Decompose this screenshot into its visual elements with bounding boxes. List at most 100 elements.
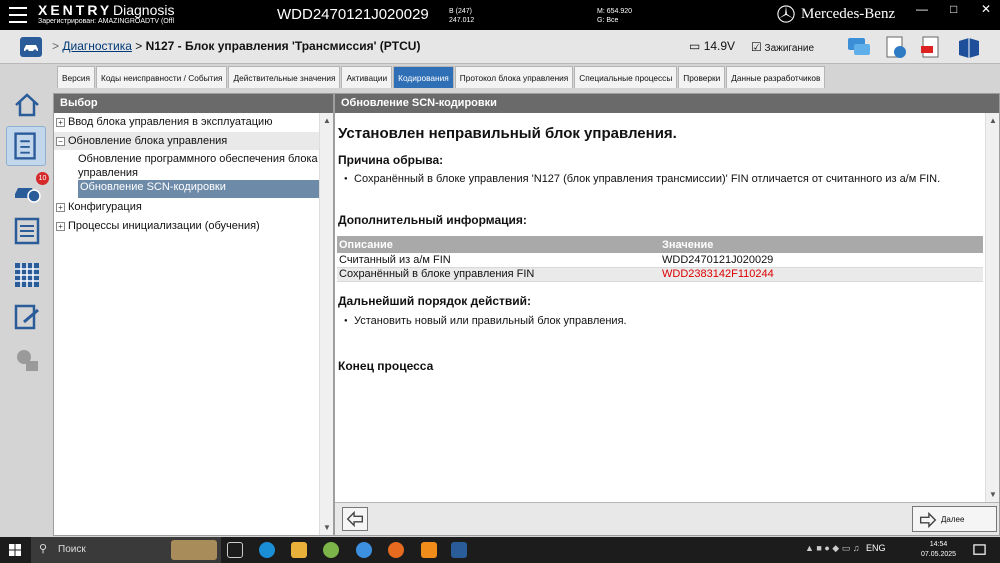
- tree-item-label: Процессы инициализации (обучения): [68, 220, 260, 232]
- windows-start-icon[interactable]: [9, 544, 21, 556]
- expand-icon[interactable]: +: [56, 202, 65, 212]
- battery-value: 14.9V: [703, 39, 736, 53]
- table-row: Считанный из а/м FIN WDD2470121J020029: [337, 253, 983, 268]
- expand-icon[interactable]: +: [56, 117, 65, 127]
- tab-special-procedures[interactable]: Специальные процессы: [574, 66, 678, 88]
- vehicle-line1: B (247): [449, 8, 472, 15]
- ignition-label: Зажигание: [764, 43, 815, 54]
- vehicle-info: B (247) 247.012: [449, 7, 474, 25]
- column-header-description: Описание: [337, 236, 660, 253]
- arrow-right-icon: [919, 511, 937, 529]
- tab-ecu-log[interactable]: Протокол блока управления: [454, 66, 574, 88]
- left-scrollbar[interactable]: ▲ ▼: [319, 113, 333, 535]
- chat-icon[interactable]: [846, 34, 872, 60]
- action-bar: Далее: [335, 502, 999, 535]
- tree-item-initialization[interactable]: + Процессы инициализации (обучения): [54, 217, 320, 235]
- clock[interactable]: 14:54 07.05.2025: [921, 540, 956, 560]
- selection-panel-title: Выбор: [54, 94, 333, 113]
- battery-voltage: ▭ 14.9V: [689, 39, 735, 53]
- tree-item-scn-coding-update[interactable]: Обновление SCN-кодировки: [78, 180, 320, 198]
- breadcrumb-separator: >: [131, 39, 146, 53]
- system-tray: ▲ ■ ● ◆ ▭ ♫ ENG: [805, 543, 886, 554]
- tree-item-ecu-update[interactable]: − Обновление блока управления: [54, 132, 320, 150]
- minimize-button[interactable]: —: [916, 2, 928, 16]
- book-icon[interactable]: [956, 34, 982, 60]
- mercedes-star-icon: [777, 5, 795, 23]
- additional-info-heading: Дополнительный информация:: [338, 213, 527, 227]
- scroll-up-icon[interactable]: ▲: [989, 116, 997, 125]
- content-panel-title: Обновление SCN-кодировки: [335, 94, 999, 113]
- taskbar-search[interactable]: ⚲ Поиск: [31, 537, 221, 563]
- security-lock-icon[interactable]: [12, 345, 42, 375]
- row-value: WDD2470121J020029: [660, 253, 983, 268]
- breadcrumb: > Диагностика > N127 - Блок управления '…: [52, 39, 420, 53]
- scroll-down-icon[interactable]: ▼: [989, 490, 997, 499]
- table-row: Сохранённый в блоке управления FIN WDD23…: [337, 267, 983, 282]
- vehicle-button[interactable]: [20, 37, 42, 57]
- document-info-icon[interactable]: [882, 34, 908, 60]
- vehicle-vin: WDD2470121J020029: [277, 6, 429, 23]
- end-of-process: Конец процесса: [338, 359, 434, 373]
- cause-text-value: Сохранённый в блоке управления 'N127 (бл…: [354, 173, 941, 185]
- firefox-icon[interactable]: [388, 542, 404, 558]
- list-icon[interactable]: [12, 216, 42, 246]
- app-blue-icon[interactable]: [356, 542, 372, 558]
- close-button[interactable]: ✕: [981, 2, 991, 16]
- clock-date: 07.05.2025: [921, 551, 957, 558]
- left-sidebar: 10: [0, 64, 52, 537]
- tree-item-software-update[interactable]: Обновление программного обеспечения блок…: [78, 152, 320, 180]
- tab-activations[interactable]: Активации: [341, 66, 393, 88]
- xentry-taskbar-icon[interactable]: [451, 542, 467, 558]
- scroll-up-icon[interactable]: ▲: [323, 116, 331, 125]
- sidebar-diagnosis-active[interactable]: [6, 126, 46, 166]
- scroll-down-icon[interactable]: ▼: [323, 523, 331, 532]
- collapse-icon[interactable]: −: [56, 136, 65, 146]
- tray-icons[interactable]: ▲ ■ ● ◆ ▭ ♫: [805, 543, 859, 553]
- row-label: Считанный из а/м FIN: [337, 253, 660, 268]
- model-line1: M: 654.920: [597, 8, 633, 15]
- edit-document-icon[interactable]: [12, 302, 42, 332]
- search-highlight-image: [171, 540, 217, 560]
- cause-text: Сохранённый в блоке управления 'N127 (бл…: [344, 172, 974, 186]
- right-scrollbar[interactable]: ▲ ▼: [985, 113, 999, 502]
- ignition-status: ☑ Зажигание: [751, 40, 814, 54]
- breadcrumb-link-diagnosis[interactable]: Диагностика: [62, 39, 132, 53]
- tab-checks[interactable]: Проверки: [678, 66, 726, 88]
- notifications-icon[interactable]: [973, 544, 986, 557]
- back-button[interactable]: [342, 507, 368, 531]
- app-green-icon[interactable]: [323, 542, 339, 558]
- tab-version[interactable]: Версия: [57, 66, 96, 88]
- row-value-mismatch: WDD2383142F110244: [660, 267, 983, 282]
- menu-icon[interactable]: [9, 7, 27, 23]
- battery-icon: ▭: [689, 39, 701, 53]
- error-heading: Установлен неправильный блок управления.: [338, 125, 677, 142]
- car-icon: [24, 45, 38, 53]
- header-bar: > Диагностика > N127 - Блок управления '…: [0, 30, 1000, 64]
- arrow-left-icon: [346, 510, 364, 528]
- vlc-icon[interactable]: [421, 542, 437, 558]
- tab-codings[interactable]: Кодирования: [393, 66, 454, 88]
- tab-bar: Версия Коды неисправности / События Дейс…: [57, 66, 826, 88]
- model-line2: G: Все: [597, 17, 619, 24]
- pdf-icon[interactable]: [918, 34, 944, 60]
- vehicle-line2: 247.012: [449, 17, 475, 24]
- tree-item-ecu-commissioning[interactable]: + Ввод блока управления в эксплуатацию: [54, 113, 320, 131]
- row-label: Сохранённый в блоке управления FIN: [337, 267, 660, 282]
- search-label: Поиск: [58, 544, 86, 555]
- grid-table-icon[interactable]: [12, 260, 42, 290]
- next-steps-text-value: Установить новый или правильный блок упр…: [354, 315, 627, 327]
- expand-icon[interactable]: +: [56, 221, 65, 231]
- maximize-button[interactable]: □: [950, 2, 957, 16]
- next-button[interactable]: Далее: [912, 506, 997, 532]
- home-icon[interactable]: [12, 90, 42, 120]
- file-explorer-icon[interactable]: [291, 542, 307, 558]
- tab-fault-codes[interactable]: Коды неисправности / События: [96, 66, 228, 88]
- model-info: M: 654.920 G: Все: [597, 7, 632, 25]
- tree-item-configuration[interactable]: + Конфигурация: [54, 198, 320, 216]
- next-steps-heading: Дальнейший порядок действий:: [338, 294, 531, 308]
- task-view-icon[interactable]: [227, 542, 243, 558]
- tab-developer-data[interactable]: Данные разработчиков: [726, 66, 826, 88]
- tab-actual-values[interactable]: Действительные значения: [228, 66, 341, 88]
- language-indicator[interactable]: ENG: [866, 543, 886, 553]
- edge-icon[interactable]: [259, 542, 275, 558]
